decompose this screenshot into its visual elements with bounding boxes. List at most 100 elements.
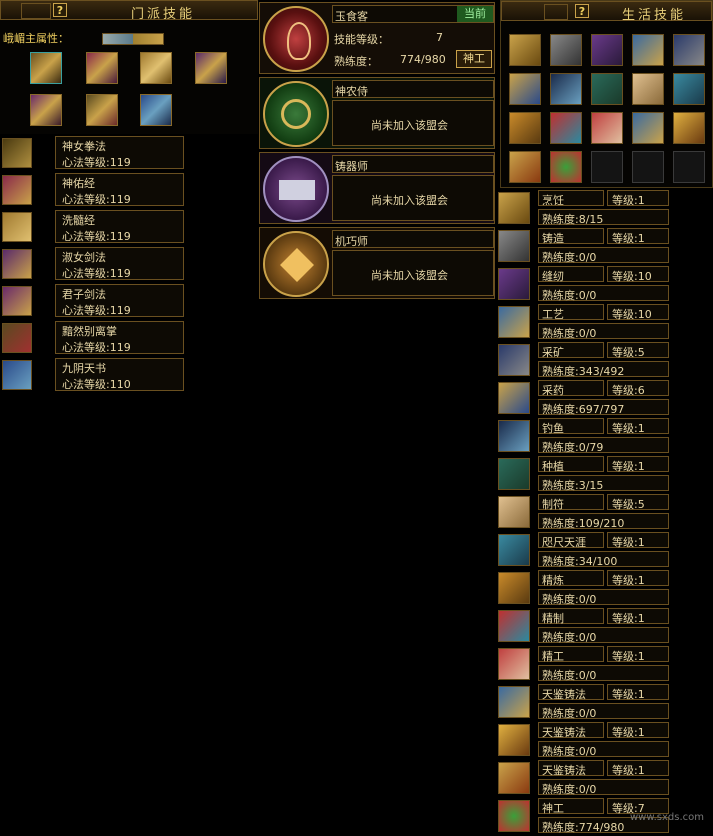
life-skill-icon bbox=[498, 610, 530, 642]
life-skills-title: 生活技能 bbox=[622, 8, 687, 23]
sect-skills-title: 门派技能 bbox=[131, 7, 196, 22]
life-item-slot[interactable] bbox=[591, 73, 623, 105]
sect-skill-text: 洗髓经 心法等级:119 bbox=[55, 210, 184, 243]
life-skill-name: 精工 bbox=[538, 646, 604, 663]
life-skill-proficiency: 熟练度:0/0 bbox=[538, 703, 669, 720]
sect-item-slot[interactable] bbox=[86, 52, 118, 84]
life-skill-row[interactable]: 缝纫 等级:10 熟练度:0/0 bbox=[496, 266, 672, 304]
guild-card[interactable]: 机巧师 尚未加入该盟会 bbox=[259, 227, 495, 299]
help-button[interactable]: ? bbox=[53, 3, 67, 17]
life-skill-row[interactable]: 咫尺天涯 等级:1 熟练度:34/100 bbox=[496, 532, 672, 570]
life-item-slot[interactable] bbox=[550, 73, 582, 105]
life-skill-row[interactable]: 天鉴铸法 等级:1 熟练度:0/0 bbox=[496, 722, 672, 760]
life-item-slot[interactable] bbox=[632, 112, 664, 144]
life-skill-row[interactable]: 种植 等级:1 熟练度:3/15 bbox=[496, 456, 672, 494]
sect-skill-row[interactable]: 黯然别离掌 心法等级:119 bbox=[0, 321, 186, 355]
life-skill-row[interactable]: 钓鱼 等级:1 熟练度:0/79 bbox=[496, 418, 672, 456]
life-item-slot[interactable] bbox=[632, 73, 664, 105]
sect-item-slot[interactable] bbox=[86, 94, 118, 126]
sect-skill-icon bbox=[2, 360, 32, 390]
life-item-slot[interactable] bbox=[591, 34, 623, 66]
life-skill-proficiency: 熟练度:0/0 bbox=[538, 247, 669, 264]
sect-skill-text: 神佑经 心法等级:119 bbox=[55, 173, 184, 206]
help-button[interactable]: ? bbox=[575, 4, 589, 18]
sect-item-slot[interactable] bbox=[30, 52, 62, 84]
guild-name: 铸器师 bbox=[335, 160, 368, 173]
sect-attr-label: 峨嵋主属性： bbox=[3, 32, 69, 45]
skill-name: 君子剑法 bbox=[62, 288, 106, 301]
life-item-slot-empty[interactable] bbox=[673, 151, 705, 183]
guild-message-box: 尚未加入该盟会 bbox=[332, 175, 494, 221]
life-skill-row[interactable]: 天鉴铸法 等级:1 熟练度:0/0 bbox=[496, 760, 672, 798]
smith-guild-emblem-icon bbox=[263, 156, 329, 222]
guild-card[interactable]: 神农侍 尚未加入该盟会 bbox=[259, 77, 495, 149]
sect-item-slot[interactable] bbox=[30, 94, 62, 126]
life-item-slot-empty[interactable] bbox=[632, 151, 664, 183]
sect-skill-row[interactable]: 九阴天书 心法等级:110 bbox=[0, 358, 186, 392]
life-item-slot[interactable] bbox=[509, 151, 541, 183]
life-item-slot[interactable] bbox=[673, 112, 705, 144]
life-skill-icon bbox=[498, 382, 530, 414]
life-skill-name: 咫尺天涯 bbox=[538, 532, 604, 549]
life-item-slot[interactable] bbox=[509, 73, 541, 105]
life-skill-row[interactable]: 铸造 等级:1 熟练度:0/0 bbox=[496, 228, 672, 266]
life-skill-proficiency: 熟练度:0/0 bbox=[538, 779, 669, 796]
sect-skill-row[interactable]: 神佑经 心法等级:119 bbox=[0, 173, 186, 207]
life-skill-level: 等级:5 bbox=[607, 342, 669, 359]
skill-name: 神女拳法 bbox=[62, 140, 106, 153]
watermark: www.sxds.com bbox=[630, 812, 705, 823]
life-skill-name: 天鉴铸法 bbox=[538, 722, 604, 739]
life-skill-row[interactable]: 烹饪 等级:1 熟练度:8/15 bbox=[496, 190, 672, 228]
life-item-slot[interactable] bbox=[591, 112, 623, 144]
life-skill-name: 天鉴铸法 bbox=[538, 684, 604, 701]
sect-skill-row[interactable]: 淑女剑法 心法等级:119 bbox=[0, 247, 186, 281]
life-skill-level: 等级:1 bbox=[607, 228, 669, 245]
life-skill-proficiency: 熟练度:0/0 bbox=[538, 285, 669, 302]
life-skill-proficiency: 熟练度:8/15 bbox=[538, 209, 669, 226]
sect-skill-row[interactable]: 神女拳法 心法等级:119 bbox=[0, 136, 186, 170]
life-skill-row[interactable]: 天鉴铸法 等级:1 熟练度:0/0 bbox=[496, 684, 672, 722]
sect-item-slot[interactable] bbox=[195, 52, 227, 84]
life-skill-row[interactable]: 精炼 等级:1 熟练度:0/0 bbox=[496, 570, 672, 608]
life-skill-row[interactable]: 精制 等级:1 熟练度:0/0 bbox=[496, 608, 672, 646]
sect-skill-icon bbox=[2, 323, 32, 353]
sect-skill-icon bbox=[2, 175, 32, 205]
life-skill-name: 精炼 bbox=[538, 570, 604, 587]
life-skill-icon bbox=[498, 496, 530, 528]
life-skill-row[interactable]: 制符 等级:5 熟练度:109/210 bbox=[496, 494, 672, 532]
sect-item-slot[interactable] bbox=[140, 94, 172, 126]
sect-skill-row[interactable]: 洗髓经 心法等级:119 bbox=[0, 210, 186, 244]
life-skill-row[interactable]: 精工 等级:1 熟练度:0/0 bbox=[496, 646, 672, 684]
life-skill-icon bbox=[498, 762, 530, 794]
life-skill-icon bbox=[498, 192, 530, 224]
life-skill-name: 精制 bbox=[538, 608, 604, 625]
life-skill-name: 采药 bbox=[538, 380, 604, 397]
life-item-slot[interactable] bbox=[509, 34, 541, 66]
life-skill-row[interactable]: 采药 等级:6 熟练度:697/797 bbox=[496, 380, 672, 418]
skill-level: 心法等级:119 bbox=[62, 267, 131, 280]
guild-card-current[interactable]: 玉食客 当前 技能等级： 7 熟练度： 774/980 神工 bbox=[259, 2, 495, 74]
life-skill-level: 等级:1 bbox=[607, 532, 669, 549]
life-item-slot[interactable] bbox=[550, 112, 582, 144]
skill-name: 神佑经 bbox=[62, 177, 95, 190]
skill-level-value: 7 bbox=[436, 31, 443, 44]
sect-item-slot[interactable] bbox=[140, 52, 172, 84]
life-skill-name: 铸造 bbox=[538, 228, 604, 245]
shengong-button[interactable]: 神工 bbox=[456, 50, 492, 68]
life-item-slot[interactable] bbox=[550, 34, 582, 66]
life-item-slot[interactable] bbox=[673, 34, 705, 66]
life-item-slot[interactable] bbox=[632, 34, 664, 66]
life-skill-row[interactable]: 采矿 等级:5 熟练度:343/492 bbox=[496, 342, 672, 380]
sect-skill-row[interactable]: 君子剑法 心法等级:119 bbox=[0, 284, 186, 318]
life-item-slot-empty[interactable] bbox=[591, 151, 623, 183]
life-skill-level: 等级:1 bbox=[607, 418, 669, 435]
life-item-slot[interactable] bbox=[550, 151, 582, 183]
artisan-guild-emblem-icon bbox=[263, 231, 329, 297]
life-skill-icon bbox=[498, 648, 530, 680]
life-item-slot[interactable] bbox=[509, 112, 541, 144]
life-item-slot[interactable] bbox=[673, 73, 705, 105]
life-skill-icon bbox=[498, 534, 530, 566]
life-skill-icon bbox=[498, 572, 530, 604]
guild-card[interactable]: 铸器师 尚未加入该盟会 bbox=[259, 152, 495, 224]
life-skill-row[interactable]: 工艺 等级:10 熟练度:0/0 bbox=[496, 304, 672, 342]
